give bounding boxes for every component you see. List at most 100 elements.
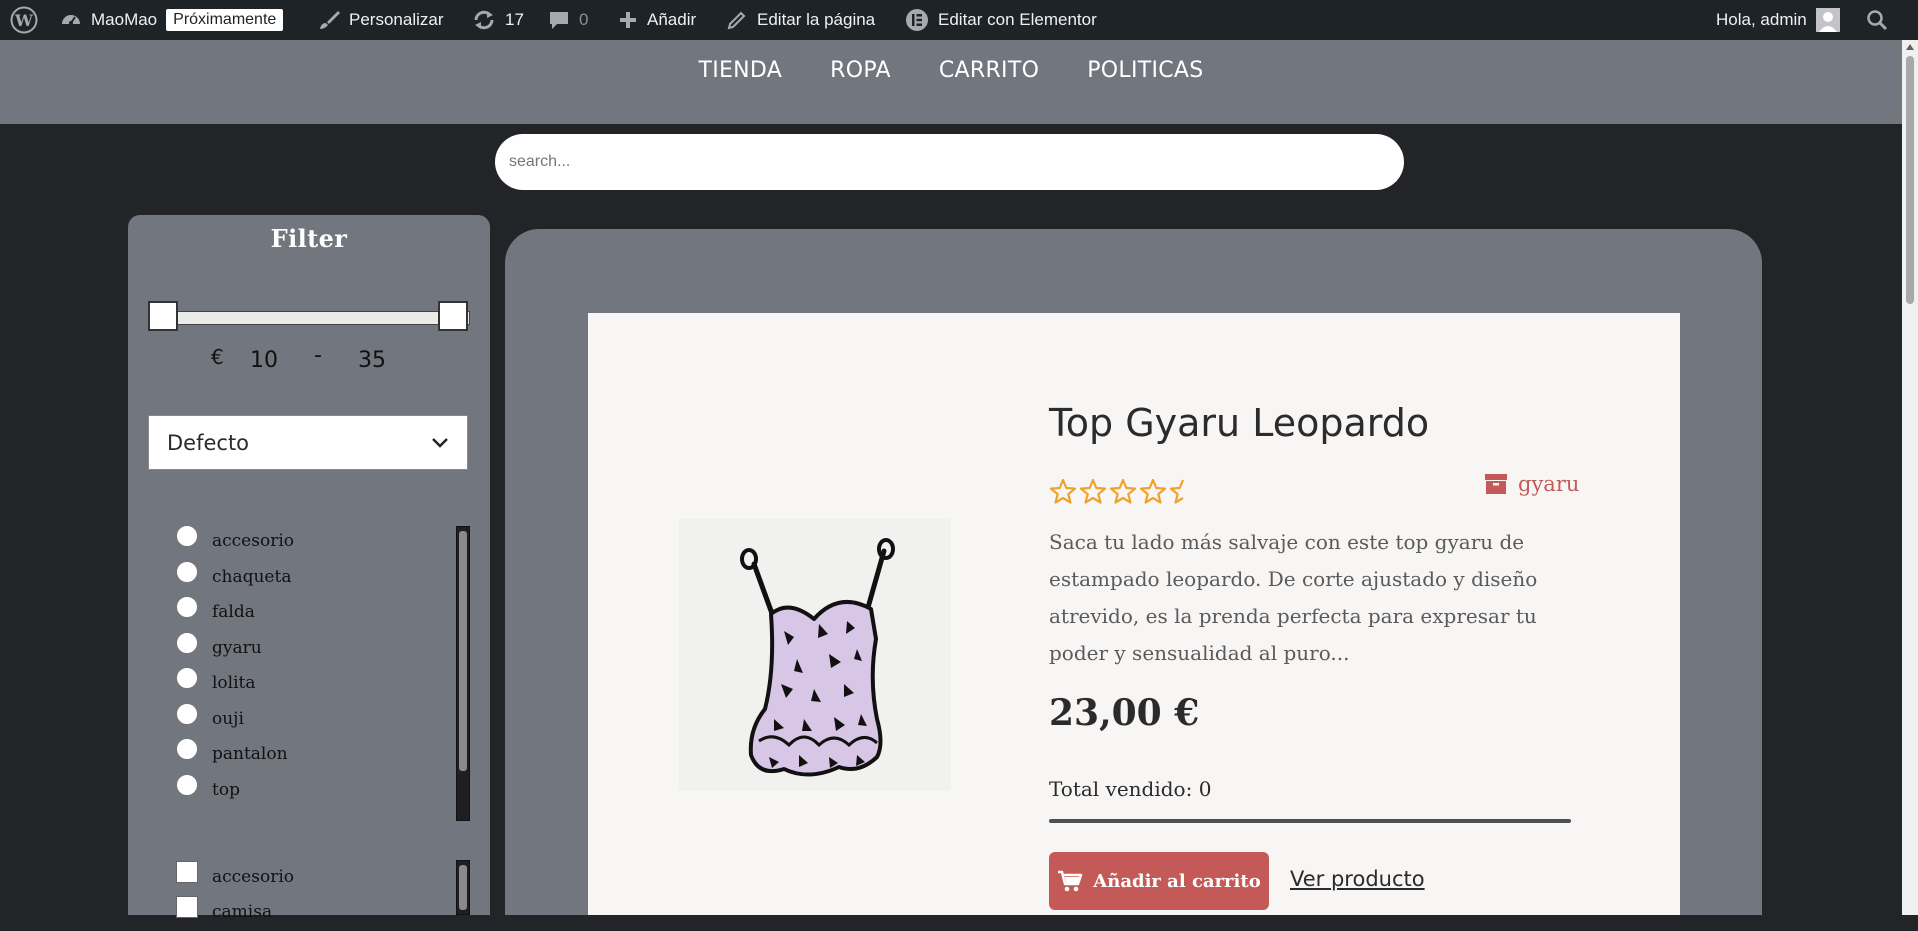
checkbox[interactable] — [176, 861, 198, 883]
list-item[interactable]: ouji — [176, 702, 476, 739]
edit-elementor-link[interactable]: Editar con Elementor — [905, 0, 1097, 40]
account-menu[interactable]: Hola, admin — [1716, 0, 1840, 40]
category-label: chaqueta — [212, 566, 292, 587]
svg-text:W: W — [14, 11, 34, 30]
star-icon — [1139, 478, 1167, 504]
customize-link[interactable]: Personalizar — [318, 0, 444, 40]
site-name: MaoMao — [91, 10, 158, 29]
sort-selected-value: Defecto — [167, 430, 250, 455]
category-label: pantalon — [212, 744, 288, 764]
dashboard-icon — [62, 15, 80, 25]
nav-item-ropa[interactable]: ROPA — [830, 58, 891, 83]
list-item[interactable]: top — [176, 773, 476, 810]
admin-bar: W MaoMao Próximamente Personalizar 17 0 … — [0, 0, 1918, 40]
nav-item-carrito[interactable]: CARRITO — [939, 58, 1039, 83]
leopard-top-illustration — [740, 538, 895, 777]
admin-search-icon[interactable] — [1866, 0, 1888, 40]
category-label: top — [212, 779, 240, 800]
total-sold: Total vendido: 0 — [1049, 777, 1212, 801]
scrollbar-thumb[interactable] — [459, 531, 467, 771]
add-new-label: Añadir — [647, 10, 697, 29]
price-slider-max-handle[interactable] — [438, 301, 468, 331]
scroll-up-arrow-icon[interactable] — [1906, 44, 1914, 50]
pencil-icon — [727, 11, 746, 30]
type-label: accesorio — [212, 867, 294, 887]
category-label: falda — [212, 602, 255, 622]
list-item[interactable]: lolita — [176, 667, 476, 703]
comments-count: 0 — [579, 10, 589, 29]
coming-soon-badge[interactable]: Próximamente — [166, 9, 284, 31]
radio-button[interactable] — [176, 738, 198, 760]
product-description: Saca tu lado más salvaje con este top gy… — [1049, 530, 1538, 665]
type-checkbox-list: accesorio camisa — [176, 861, 476, 931]
nav-item-tienda[interactable]: TIENDA — [698, 58, 782, 83]
type-list-scrollbar[interactable] — [456, 860, 470, 915]
radio-button[interactable] — [176, 525, 198, 547]
add-to-cart-button[interactable]: Añadir al carrito — [1049, 852, 1269, 910]
elementor-icon — [906, 9, 928, 31]
filter-title: Filter — [270, 224, 348, 253]
cart-icon — [1058, 870, 1083, 892]
category-radio-list: accesorio chaqueta falda gyaru lolita ou… — [176, 525, 476, 809]
view-product-link[interactable]: Ver producto — [1290, 857, 1425, 901]
search-input[interactable] — [495, 134, 1404, 190]
star-rating — [1049, 478, 1185, 504]
radio-button[interactable] — [176, 631, 198, 654]
page-scrollbar[interactable] — [1902, 40, 1918, 915]
divider — [1049, 819, 1571, 823]
radio-button[interactable] — [176, 702, 198, 725]
comment-icon — [550, 12, 568, 29]
customize-label: Personalizar — [349, 10, 444, 29]
price-separator: - — [314, 343, 322, 368]
add-to-cart-label: Añadir al carrito — [1093, 870, 1261, 892]
scrollbar-thumb[interactable] — [459, 865, 467, 910]
list-item[interactable]: accesorio — [176, 861, 476, 896]
radio-button[interactable] — [176, 560, 198, 583]
star-icon — [1109, 478, 1137, 504]
radio-button[interactable] — [176, 596, 198, 618]
filter-sidebar: Filter € 10 - 35 Defecto accesorio chaqu… — [128, 215, 490, 922]
scrollbar-thumb[interactable] — [1906, 56, 1914, 304]
comments-link[interactable]: 0 — [548, 0, 588, 40]
price-max-value[interactable]: 35 — [358, 348, 386, 373]
price-min-value[interactable]: 10 — [250, 348, 278, 373]
radio-button[interactable] — [176, 667, 198, 689]
product-title[interactable]: Top Gyaru Leopardo — [1049, 401, 1429, 445]
add-new-menu[interactable]: Añadir — [618, 0, 696, 40]
wordpress-logo-icon[interactable]: W — [10, 0, 38, 40]
edit-elementor-label: Editar con Elementor — [938, 10, 1097, 29]
main-navigation: TIENDA ROPA CARRITO POLITICAS — [0, 40, 1902, 100]
category-label: ouji — [212, 708, 244, 729]
edit-page-link[interactable]: Editar la página — [726, 0, 875, 40]
updates-link[interactable]: 17 — [472, 0, 524, 40]
edit-page-label: Editar la página — [757, 10, 876, 29]
category-list-scrollbar[interactable] — [456, 526, 470, 821]
price-slider-min-handle[interactable] — [148, 301, 178, 331]
list-item[interactable]: camisa — [176, 896, 476, 931]
product-price: 23,00 € — [1049, 692, 1200, 734]
updates-icon — [474, 10, 494, 30]
radio-button[interactable] — [176, 773, 198, 796]
star-icon — [1079, 478, 1107, 504]
product-image[interactable] — [679, 519, 951, 791]
category-label: accesorio — [212, 531, 294, 551]
nav-item-politicas[interactable]: POLITICAS — [1087, 58, 1203, 83]
greeting: Hola, admin — [1716, 10, 1807, 29]
site-name-menu[interactable]: MaoMao Próximamente — [60, 0, 284, 40]
list-item[interactable]: falda — [176, 596, 476, 632]
list-item[interactable]: gyaru — [176, 631, 476, 668]
product-category-label: gyaru — [1518, 472, 1580, 496]
type-label: camisa — [212, 902, 273, 922]
list-item[interactable]: pantalon — [176, 738, 476, 774]
product-category-link[interactable]: gyaru — [1484, 472, 1579, 496]
sort-select[interactable]: Defecto — [148, 415, 468, 470]
list-item[interactable]: chaqueta — [176, 560, 476, 597]
currency-symbol: € — [211, 345, 224, 369]
star-icon — [1049, 478, 1077, 504]
paintbrush-icon — [320, 11, 340, 29]
plus-icon — [620, 12, 636, 28]
list-item[interactable]: accesorio — [176, 525, 476, 561]
category-label: gyaru — [212, 637, 262, 658]
price-slider-track[interactable] — [150, 311, 470, 325]
avatar-icon — [1815, 8, 1840, 32]
